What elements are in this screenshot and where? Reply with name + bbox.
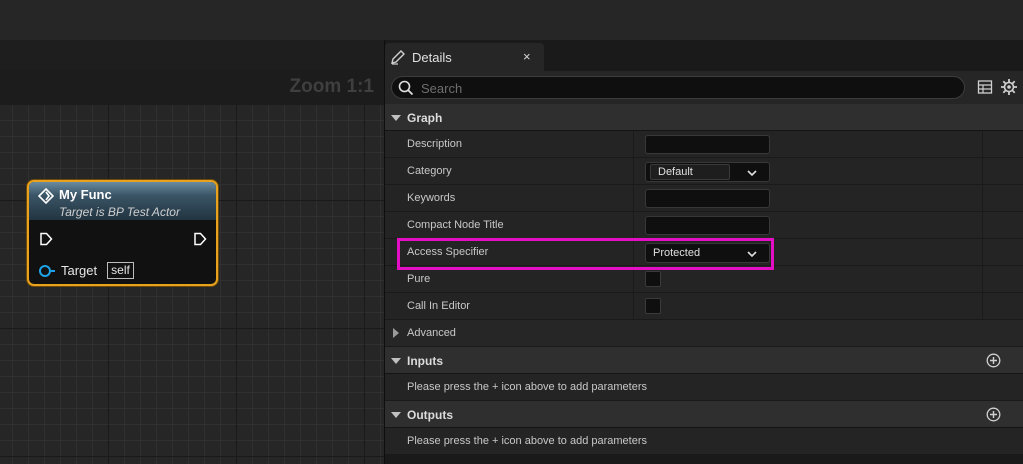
column-divider: [633, 266, 634, 292]
gear-icon[interactable]: [1000, 78, 1018, 96]
add-input-plus-icon[interactable]: [986, 353, 1001, 368]
category-combo[interactable]: Default: [645, 162, 770, 182]
column-divider: [633, 293, 634, 319]
column-divider: [982, 131, 983, 157]
pencil-icon: [391, 50, 405, 65]
call-in-editor-label: Call In Editor: [407, 300, 470, 312]
column-divider: [633, 185, 634, 211]
property-row-pure: Pure: [385, 266, 1023, 293]
details-property-list: Graph Description Category Default Keywo…: [385, 104, 1023, 455]
column-divider: [633, 158, 634, 184]
column-divider: [982, 266, 983, 292]
graph-title-bar: Zoom 1:1: [0, 70, 384, 105]
exec-out-pin-icon[interactable]: [193, 232, 207, 246]
property-row-compact-title: Compact Node Title: [385, 212, 1023, 239]
chevron-down-icon: [391, 115, 401, 121]
section-graph-label: Graph: [407, 111, 443, 125]
chevron-down-icon: [391, 412, 401, 418]
column-divider: [982, 158, 983, 184]
outputs-hint: Please press the + icon above to add par…: [407, 435, 648, 447]
compact-title-input[interactable]: [645, 216, 770, 235]
category-value: Default: [658, 166, 693, 178]
category-label: Category: [407, 165, 452, 177]
property-row-access-specifier: Access Specifier Protected: [385, 239, 1023, 266]
function-node[interactable]: My Func Target is BP Test Actor Target s…: [27, 180, 218, 286]
node-title: My Func: [59, 187, 112, 202]
search-input[interactable]: Search: [391, 76, 965, 99]
pure-label: Pure: [407, 273, 431, 285]
description-label: Description: [407, 138, 463, 150]
function-icon: [38, 188, 54, 204]
description-input[interactable]: [645, 135, 770, 154]
details-panel: Details × Search Graph Description Categ…: [384, 40, 1023, 464]
self-default-value: self: [107, 262, 134, 279]
pure-checkbox[interactable]: [645, 271, 661, 287]
column-divider: [633, 239, 634, 265]
inputs-hint: Please press the + icon above to add par…: [407, 381, 648, 393]
object-pin-tail: [51, 269, 55, 272]
access-specifier-value: Protected: [653, 247, 701, 259]
column-divider: [982, 293, 983, 319]
section-advanced-label: Advanced: [407, 327, 456, 339]
object-pin-icon[interactable]: [39, 264, 51, 277]
chevron-right-icon: [393, 328, 399, 338]
node-header: My Func Target is BP Test Actor: [29, 182, 216, 220]
section-outputs-label: Outputs: [407, 408, 453, 422]
column-divider: [982, 212, 983, 238]
tab-details-label: Details: [412, 50, 452, 65]
chevron-down-icon: [391, 358, 401, 364]
access-specifier-label: Access Specifier: [407, 246, 489, 258]
table-view-icon[interactable]: [977, 79, 993, 95]
close-icon[interactable]: ×: [523, 49, 531, 64]
node-subtitle: Target is BP Test Actor: [59, 205, 180, 219]
section-outputs[interactable]: Outputs: [385, 401, 1023, 428]
search-placeholder: Search: [421, 81, 463, 96]
inputs-hint-row: Please press the + icon above to add par…: [385, 374, 1023, 401]
chevron-down-icon[interactable]: [746, 167, 758, 179]
chevron-down-icon[interactable]: [746, 248, 758, 260]
zoom-label: Zoom 1:1: [289, 76, 374, 97]
add-output-plus-icon[interactable]: [986, 407, 1001, 422]
target-pin-label: Target: [61, 263, 98, 278]
search-icon: [398, 80, 414, 96]
column-divider: [982, 239, 983, 265]
access-specifier-dropdown[interactable]: Protected: [645, 243, 770, 263]
search-bar-area: Search: [385, 71, 1023, 104]
keywords-input[interactable]: [645, 189, 770, 208]
property-row-keywords: Keywords: [385, 185, 1023, 212]
section-inputs-label: Inputs: [407, 354, 443, 368]
column-divider: [982, 185, 983, 211]
tab-details[interactable]: Details ×: [385, 43, 544, 71]
property-row-description: Description: [385, 131, 1023, 158]
column-divider: [633, 131, 634, 157]
exec-in-pin-icon[interactable]: [39, 232, 53, 246]
property-row-category: Category Default: [385, 158, 1023, 185]
target-pin-row[interactable]: Target self: [39, 262, 134, 279]
top-toolbar: [0, 0, 1023, 40]
property-row-call-in-editor: Call In Editor: [385, 293, 1023, 320]
section-inputs[interactable]: Inputs: [385, 347, 1023, 374]
column-divider: [633, 212, 634, 238]
compact-title-label: Compact Node Title: [407, 219, 504, 231]
call-in-editor-checkbox[interactable]: [645, 298, 661, 314]
graph-header-strip: [0, 40, 384, 70]
keywords-label: Keywords: [407, 192, 456, 204]
section-advanced[interactable]: Advanced: [385, 320, 1023, 347]
section-graph[interactable]: Graph: [385, 104, 1023, 131]
outputs-hint-row: Please press the + icon above to add par…: [385, 428, 1023, 455]
